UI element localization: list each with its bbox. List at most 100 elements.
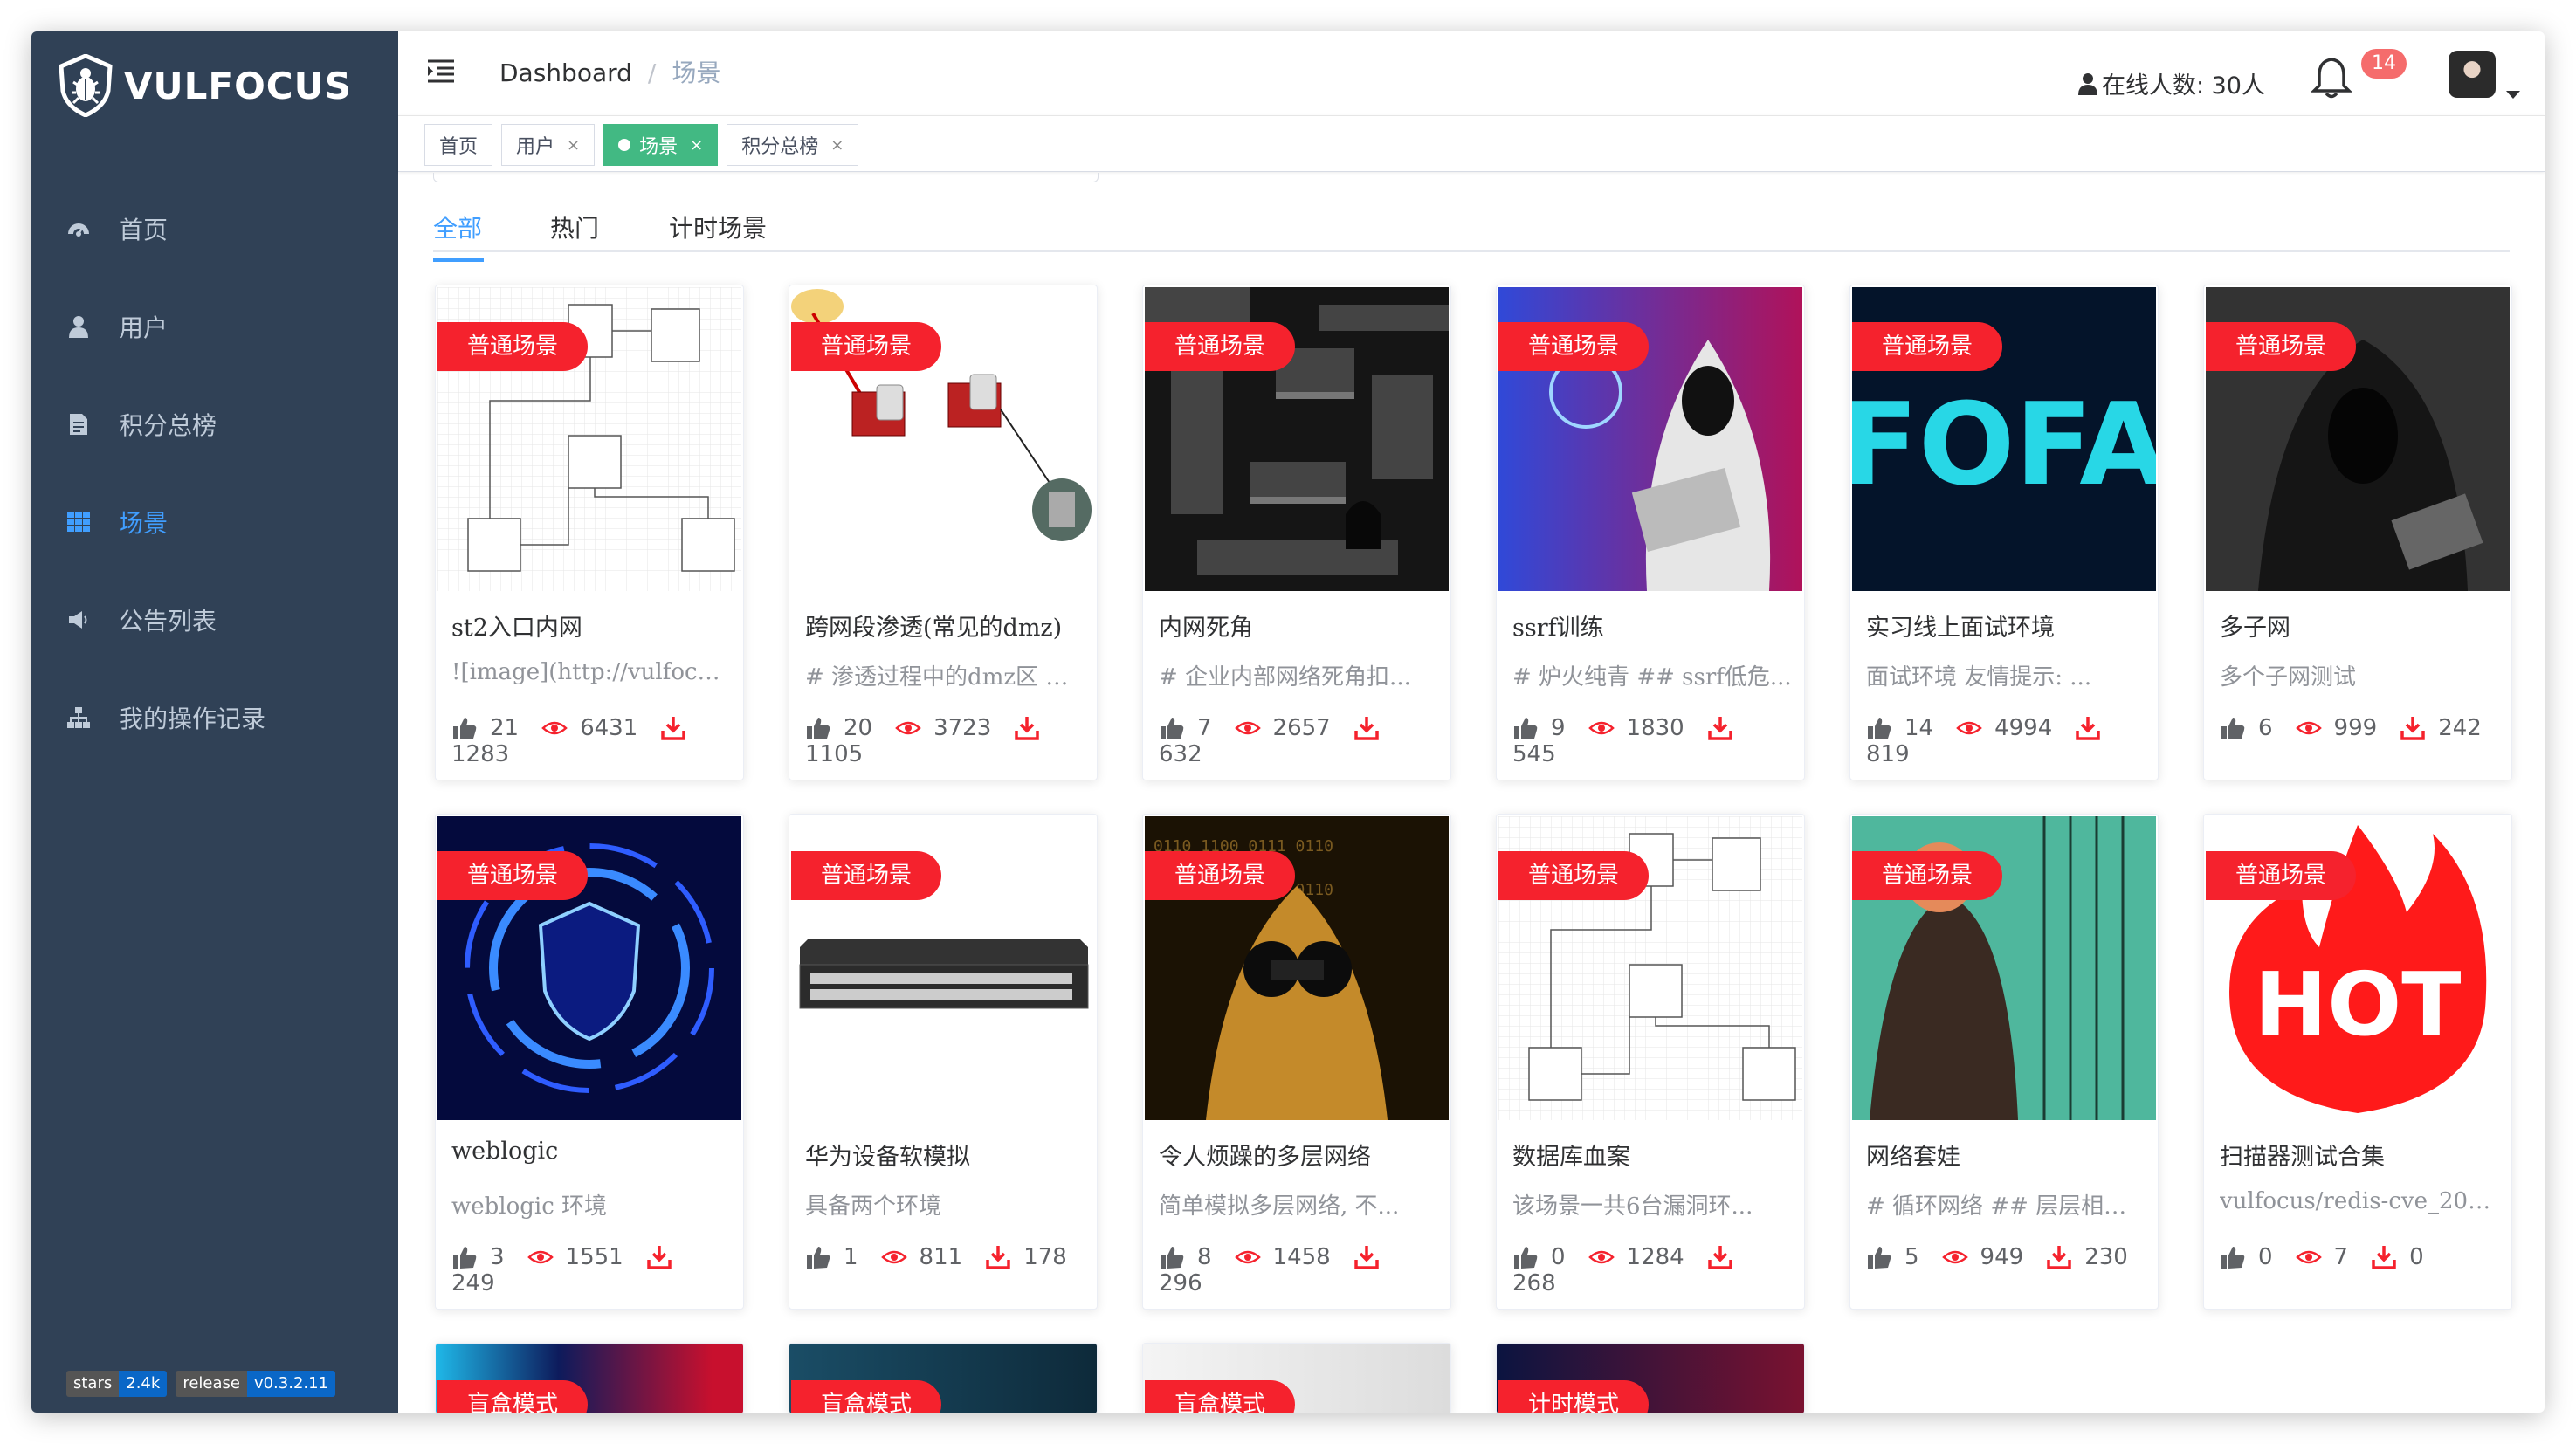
scene-card-partial[interactable]: 计时模式	[1496, 1343, 1805, 1413]
thumbs-up-icon[interactable]	[2220, 715, 2246, 741]
scene-card[interactable]: 普通场景 内网死角 # 企业内部网络死角扣... 7 2657 632	[1142, 285, 1451, 780]
sidebar-item-scenes[interactable]: 场景	[31, 473, 398, 571]
scene-card-partial[interactable]: 盲盒模式	[789, 1343, 1098, 1413]
scene-card-partial[interactable]: 盲盒模式	[435, 1343, 744, 1413]
view-count: 1284	[1626, 1244, 1684, 1270]
thumbs-up-icon[interactable]	[805, 1244, 831, 1270]
sidebar-item-ranking[interactable]: 积分总榜	[31, 375, 398, 473]
tab-timed[interactable]: 计时场景	[669, 210, 767, 244]
scene-card-partial[interactable]: 盲盒模式	[1142, 1343, 1451, 1413]
close-icon[interactable]: ×	[830, 136, 844, 155]
scene-card[interactable]: 普通场景 网络套娃 # 循环网络 ## 层层相通... 5 949 230	[1849, 814, 2159, 1310]
scene-title[interactable]: ssrf训练	[1512, 609, 1792, 643]
download-count: 242	[2438, 715, 2482, 741]
scene-card[interactable]: HOT 普通场景 扫描器测试合集 vulfocus/redis-cve_2022...…	[2203, 814, 2512, 1310]
scene-card[interactable]: 普通场景 ssrf训练 # 炉火纯青 ## ssrf低危... 9 1830 545	[1496, 285, 1805, 780]
download-icon[interactable]	[1014, 715, 1040, 741]
download-count: 0	[2409, 1244, 2424, 1270]
tag-scenes[interactable]: 场景 ×	[603, 124, 719, 166]
eye-icon	[2295, 715, 2322, 741]
sidebar-item-announcements[interactable]: 公告列表	[31, 571, 398, 669]
download-icon[interactable]	[2046, 1244, 2072, 1270]
download-count: 632	[1159, 741, 1202, 767]
download-count: 230	[2084, 1244, 2128, 1270]
thumbs-up-icon[interactable]	[1512, 715, 1539, 741]
thumbs-up-icon[interactable]	[451, 1244, 478, 1270]
scene-type-ribbon: 普通场景	[2206, 851, 2357, 900]
scene-card[interactable]: 0110 1100 0111 01101010 0111 1001 0110普通…	[1142, 814, 1451, 1310]
scene-title[interactable]: 华为设备软模拟	[805, 1138, 1085, 1172]
sidebar-item-operation-log[interactable]: 我的操作记录	[31, 669, 398, 767]
eye-icon	[1234, 1244, 1261, 1270]
thumbs-up-icon[interactable]	[1512, 1244, 1539, 1270]
release-badge[interactable]: release v0.3.2.11	[176, 1371, 336, 1397]
scene-card[interactable]: 普通场景 跨网段渗透(常见的dmz) # 渗透过程中的dmz区 #... 20 3723…	[789, 285, 1098, 780]
scene-title[interactable]: 跨网段渗透(常见的dmz)	[805, 609, 1085, 643]
download-icon[interactable]	[660, 715, 686, 741]
sidebar-item-users[interactable]: 用户	[31, 278, 398, 375]
like-count: 0	[2258, 1244, 2273, 1270]
download-icon[interactable]	[1353, 1244, 1380, 1270]
scene-description: weblogic 环境	[451, 1193, 608, 1220]
tag-home[interactable]: 首页	[424, 124, 493, 166]
tag-ranking[interactable]: 积分总榜 ×	[727, 124, 859, 166]
scene-title[interactable]: 扫描器测试合集	[2220, 1138, 2499, 1172]
megaphone-icon	[65, 606, 93, 634]
thumbs-up-icon[interactable]	[1159, 715, 1185, 741]
stars-badge[interactable]: stars 2.4k	[66, 1371, 168, 1397]
scene-title[interactable]: 网络套娃	[1866, 1138, 2146, 1172]
close-icon[interactable]: ×	[567, 136, 580, 155]
scene-type-ribbon: 普通场景	[1498, 322, 1650, 371]
download-icon[interactable]	[2075, 715, 2101, 741]
thumbs-up-icon[interactable]	[2220, 1244, 2246, 1270]
download-icon[interactable]	[646, 1244, 672, 1270]
like-count: 6	[2258, 715, 2273, 741]
download-icon[interactable]	[1353, 715, 1380, 741]
tag-users[interactable]: 用户 ×	[501, 124, 596, 166]
breadcrumb-dashboard[interactable]: Dashboard	[499, 58, 632, 87]
scene-description: 具备两个环境	[805, 1193, 942, 1220]
sidebar-item-home[interactable]: 首页	[31, 180, 398, 278]
scene-title[interactable]: st2入口内网	[451, 609, 731, 643]
scene-type-ribbon: 普通场景	[437, 851, 589, 900]
tab-hot[interactable]: 热门	[550, 210, 599, 244]
thumbs-up-icon[interactable]	[451, 715, 478, 741]
download-icon[interactable]	[985, 1244, 1011, 1270]
scene-title[interactable]: 实习线上面试环境	[1866, 609, 2146, 643]
chevron-down-icon[interactable]	[2506, 91, 2520, 99]
scene-card[interactable]: 普通场景 数据库血案 该场景一共6台漏洞环... 0 1284 268	[1496, 814, 1805, 1310]
scene-card[interactable]: 普通场景 多子网 多个子网测试 6 999 242	[2203, 285, 2512, 780]
scene-title[interactable]: weblogic	[451, 1138, 731, 1165]
sitemap-icon	[65, 704, 93, 732]
eye-icon	[1234, 715, 1261, 741]
view-count: 6431	[580, 715, 638, 741]
scene-title[interactable]: 数据库血案	[1512, 1138, 1792, 1172]
scene-card[interactable]: FOFA 普通场景 实习线上面试环境 面试环境 友情提示: ... 14 4994 819	[1849, 285, 2159, 780]
sidebar-item-label: 首页	[119, 216, 169, 244]
scene-card[interactable]: 普通场景 weblogic weblogic 环境 3 1551 249	[435, 814, 744, 1310]
scene-title[interactable]: 内网死角	[1159, 609, 1438, 643]
download-icon[interactable]	[1707, 715, 1733, 741]
download-icon[interactable]	[2371, 1244, 2397, 1270]
close-icon[interactable]: ×	[690, 136, 703, 155]
scene-card[interactable]: 普通场景 华为设备软模拟 具备两个环境 1 811 178	[789, 814, 1098, 1310]
scene-title[interactable]: 令人烦躁的多层网络	[1159, 1138, 1438, 1172]
logo[interactable]: VULFOCUS	[58, 51, 352, 120]
bell-icon[interactable]	[2311, 54, 2352, 100]
like-count: 8	[1197, 1244, 1212, 1270]
thumbs-up-icon[interactable]	[805, 715, 831, 741]
thumbs-up-icon[interactable]	[1866, 715, 1892, 741]
hamburger-icon[interactable]	[426, 56, 456, 86]
download-icon[interactable]	[2400, 715, 2426, 741]
download-icon[interactable]	[1707, 1244, 1733, 1270]
thumbs-up-icon[interactable]	[1159, 1244, 1185, 1270]
tab-all[interactable]: 全部	[433, 210, 484, 262]
scene-title[interactable]: 多子网	[2220, 609, 2499, 643]
scene-description: 该场景一共6台漏洞环...	[1512, 1193, 1753, 1220]
avatar[interactable]	[2449, 51, 2496, 98]
scene-stats: 14 4994 819	[1866, 715, 2158, 767]
thumbs-up-icon[interactable]	[1866, 1244, 1892, 1270]
scene-stats: 20 3723 1105	[805, 715, 1097, 767]
scene-card[interactable]: 普通场景 st2入口内网 ![image](http://vulfocus.c...…	[435, 285, 744, 780]
sidebar-item-label: 用户	[119, 313, 169, 342]
